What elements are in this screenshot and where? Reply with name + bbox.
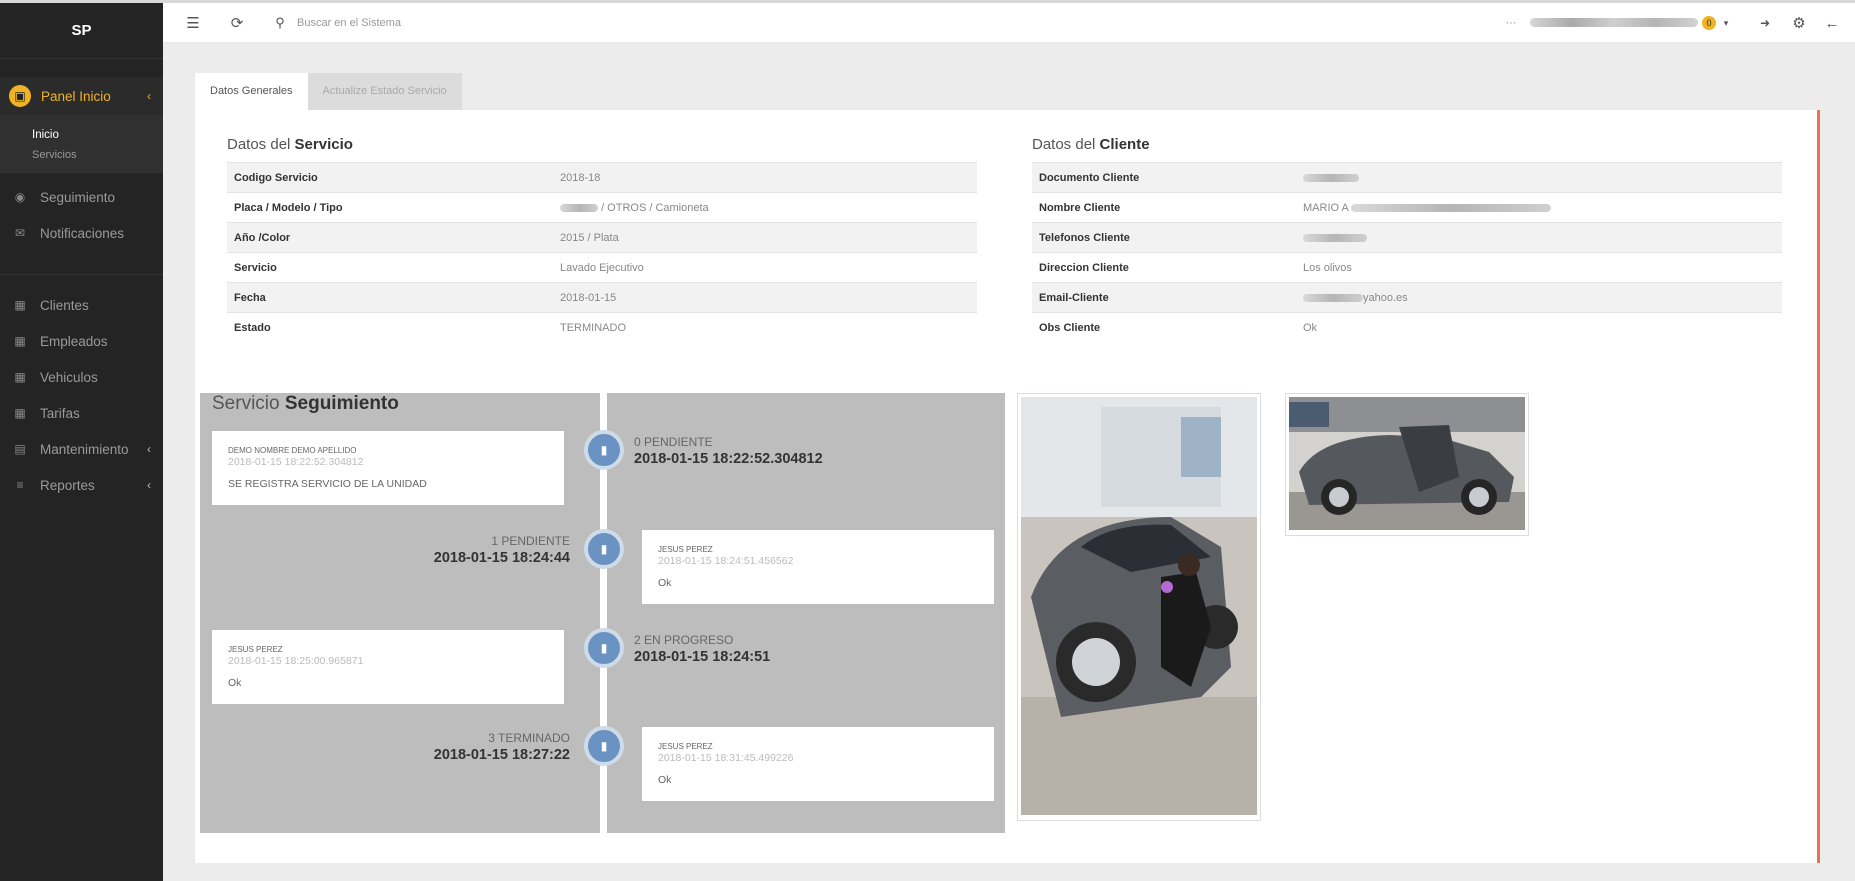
cliente-section-title: Datos del Cliente [1032,136,1150,153]
table-row: Nombre Cliente MARIO A [1032,192,1782,223]
table-row: Direccion Cliente Los olivos [1032,252,1782,283]
comment-icon: ▮ [584,430,624,470]
table-row: Documento Cliente [1032,162,1782,193]
table-row: Telefonos Cliente [1032,222,1782,253]
sidebar: SP ▣ Panel Inicio ‹ Inicio Servicios ◉ S… [0,3,163,881]
sidebar-item-label: Mantenimiento [40,441,129,457]
timeline: Servicio Seguimiento demo nombre demo ap… [200,393,1005,833]
sidebar-item-label: Empleados [40,333,108,349]
comment-icon: ▮ [584,628,624,668]
sidebar-item-label: Notificaciones [40,225,125,241]
user-name[interactable] [1530,18,1698,27]
tab-actualize-estado[interactable]: Actualize Estado Servicio [307,73,462,110]
car-wash-photo-1[interactable] [1017,393,1261,821]
sidebar-submenu: Inicio Servicios [0,115,163,173]
grid-icon: ▦ [14,406,26,420]
timeline-status: 2 EN PROGRESO [634,633,734,647]
servicio-section-title: Datos del Servicio [227,136,353,153]
timeline-card: demo nombre demo apellido 2018-01-15 18:… [212,431,564,505]
grid-icon: ▦ [14,334,26,348]
brand-logo[interactable]: SP [0,3,163,59]
monitor-icon: ▣ [9,85,31,107]
sidebar-subitem-servicios[interactable]: Servicios [0,145,163,165]
menu-icon[interactable]: ☰ [183,13,203,33]
timeline-card: JESUS PEREZ 2018-01-15 18:24:51.456562 O… [642,530,994,604]
search-icon[interactable]: ⚲ [270,13,290,33]
chevron-left-icon: ‹ [147,478,151,492]
eye-icon: ◉ [14,190,26,204]
table-row: Codigo Servicio 2018-18 [227,162,977,193]
sidebar-item-mantenimiento[interactable]: ▤ Mantenimiento ‹ [0,431,163,467]
sidebar-item-label: Seguimiento [40,189,116,205]
chevron-left-icon: ‹ [147,89,151,103]
sidebar-divider [0,251,163,275]
tab-datos-generales[interactable]: Datos Generales [195,73,308,110]
car-wash-photo-2-image [1289,397,1525,530]
logout-icon[interactable]: ➜ [1755,13,1775,33]
back-arrow-icon[interactable]: ← [1822,13,1842,33]
timeline-date: 2018-01-15 18:22:52.304812 [634,451,823,467]
sidebar-item-panel-inicio[interactable]: ▣ Panel Inicio ‹ [0,77,163,115]
sidebar-item-label: Reportes [40,477,95,493]
cliente-table: Documento Cliente Nombre Cliente MARIO A … [1032,162,1782,343]
grid-icon: ▦ [14,370,26,384]
table-row: Email-Cliente yahoo.es [1032,282,1782,313]
servicio-table: Codigo Servicio 2018-18 Placa / Modelo / … [227,162,977,343]
timeline-date: 2018-01-15 18:27:22 [433,747,570,763]
topbar: ☰ ⟳ ⚲ Buscar en el Sistema ··· 0 ▾ ➜ ⚙ ← [163,3,1855,43]
gear-icon[interactable]: ⚙ [1789,13,1809,33]
table-row: Servicio Lavado Ejecutivo [227,252,977,283]
caret-down-icon[interactable]: ▾ [1716,13,1736,33]
table-row: Obs Cliente Ok [1032,312,1782,343]
dots-icon: ··· [1505,17,1517,29]
sidebar-item-notificaciones[interactable]: ✉ Notificaciones [0,215,163,251]
sidebar-item-seguimiento[interactable]: ◉ Seguimiento [0,179,163,215]
table-row: Año /Color 2015 / Plata [227,222,977,253]
timeline-date: 2018-01-15 18:24:44 [433,550,570,566]
sidebar-item-label: Clientes [40,297,89,313]
table-icon: ▤ [14,442,26,456]
timeline-title: Servicio Seguimiento [212,393,399,414]
grid-icon: ▦ [14,298,26,312]
timeline-status: 0 PENDIENTE [634,435,713,449]
envelope-icon: ✉ [14,226,26,240]
sidebar-item-label: Vehiculos [40,369,98,385]
sidebar-item-clientes[interactable]: ▦ Clientes [0,287,163,323]
sidebar-item-label: Tarifas [40,405,80,421]
timeline-date: 2018-01-15 18:24:51 [634,649,771,665]
sidebar-subitem-inicio[interactable]: Inicio [0,125,163,145]
notification-badge[interactable]: 0 [1702,16,1716,30]
sidebar-item-reportes[interactable]: ≡ Reportes ‹ [0,467,163,503]
table-row: Placa / Modelo / Tipo / OTROS / Camionet… [227,192,977,223]
sidebar-item-vehiculos[interactable]: ▦ Vehiculos [0,359,163,395]
table-row: Fecha 2018-01-15 [227,282,977,313]
tab-bar: Datos Generales Actualize Estado Servici… [195,73,462,110]
timeline-card: JESUS PEREZ 2018-01-15 18:25:00.965871 O… [212,630,564,704]
sidebar-item-empleados[interactable]: ▦ Empleados [0,323,163,359]
refresh-icon[interactable]: ⟳ [227,13,247,33]
sidebar-item-tarifas[interactable]: ▦ Tarifas [0,395,163,431]
car-wash-photo-2[interactable] [1285,393,1529,536]
main-panel: Datos del Servicio Codigo Servicio 2018-1… [195,110,1820,863]
sidebar-item-label: Panel Inicio [41,88,111,104]
timeline-card: JESUS PEREZ 2018-01-15 18:31:45.499226 O… [642,727,994,801]
search-input[interactable]: Buscar en el Sistema [297,17,401,29]
car-wash-photo-1-image [1021,397,1257,815]
timeline-status: 1 PENDIENTE [491,534,570,548]
list-icon: ≡ [16,478,24,492]
comment-icon: ▮ [584,529,624,569]
comment-icon: ▮ [584,726,624,766]
chevron-left-icon: ‹ [147,442,151,456]
timeline-status: 3 TERMINADO [488,731,570,745]
table-row: Estado TERMINADO [227,312,977,343]
